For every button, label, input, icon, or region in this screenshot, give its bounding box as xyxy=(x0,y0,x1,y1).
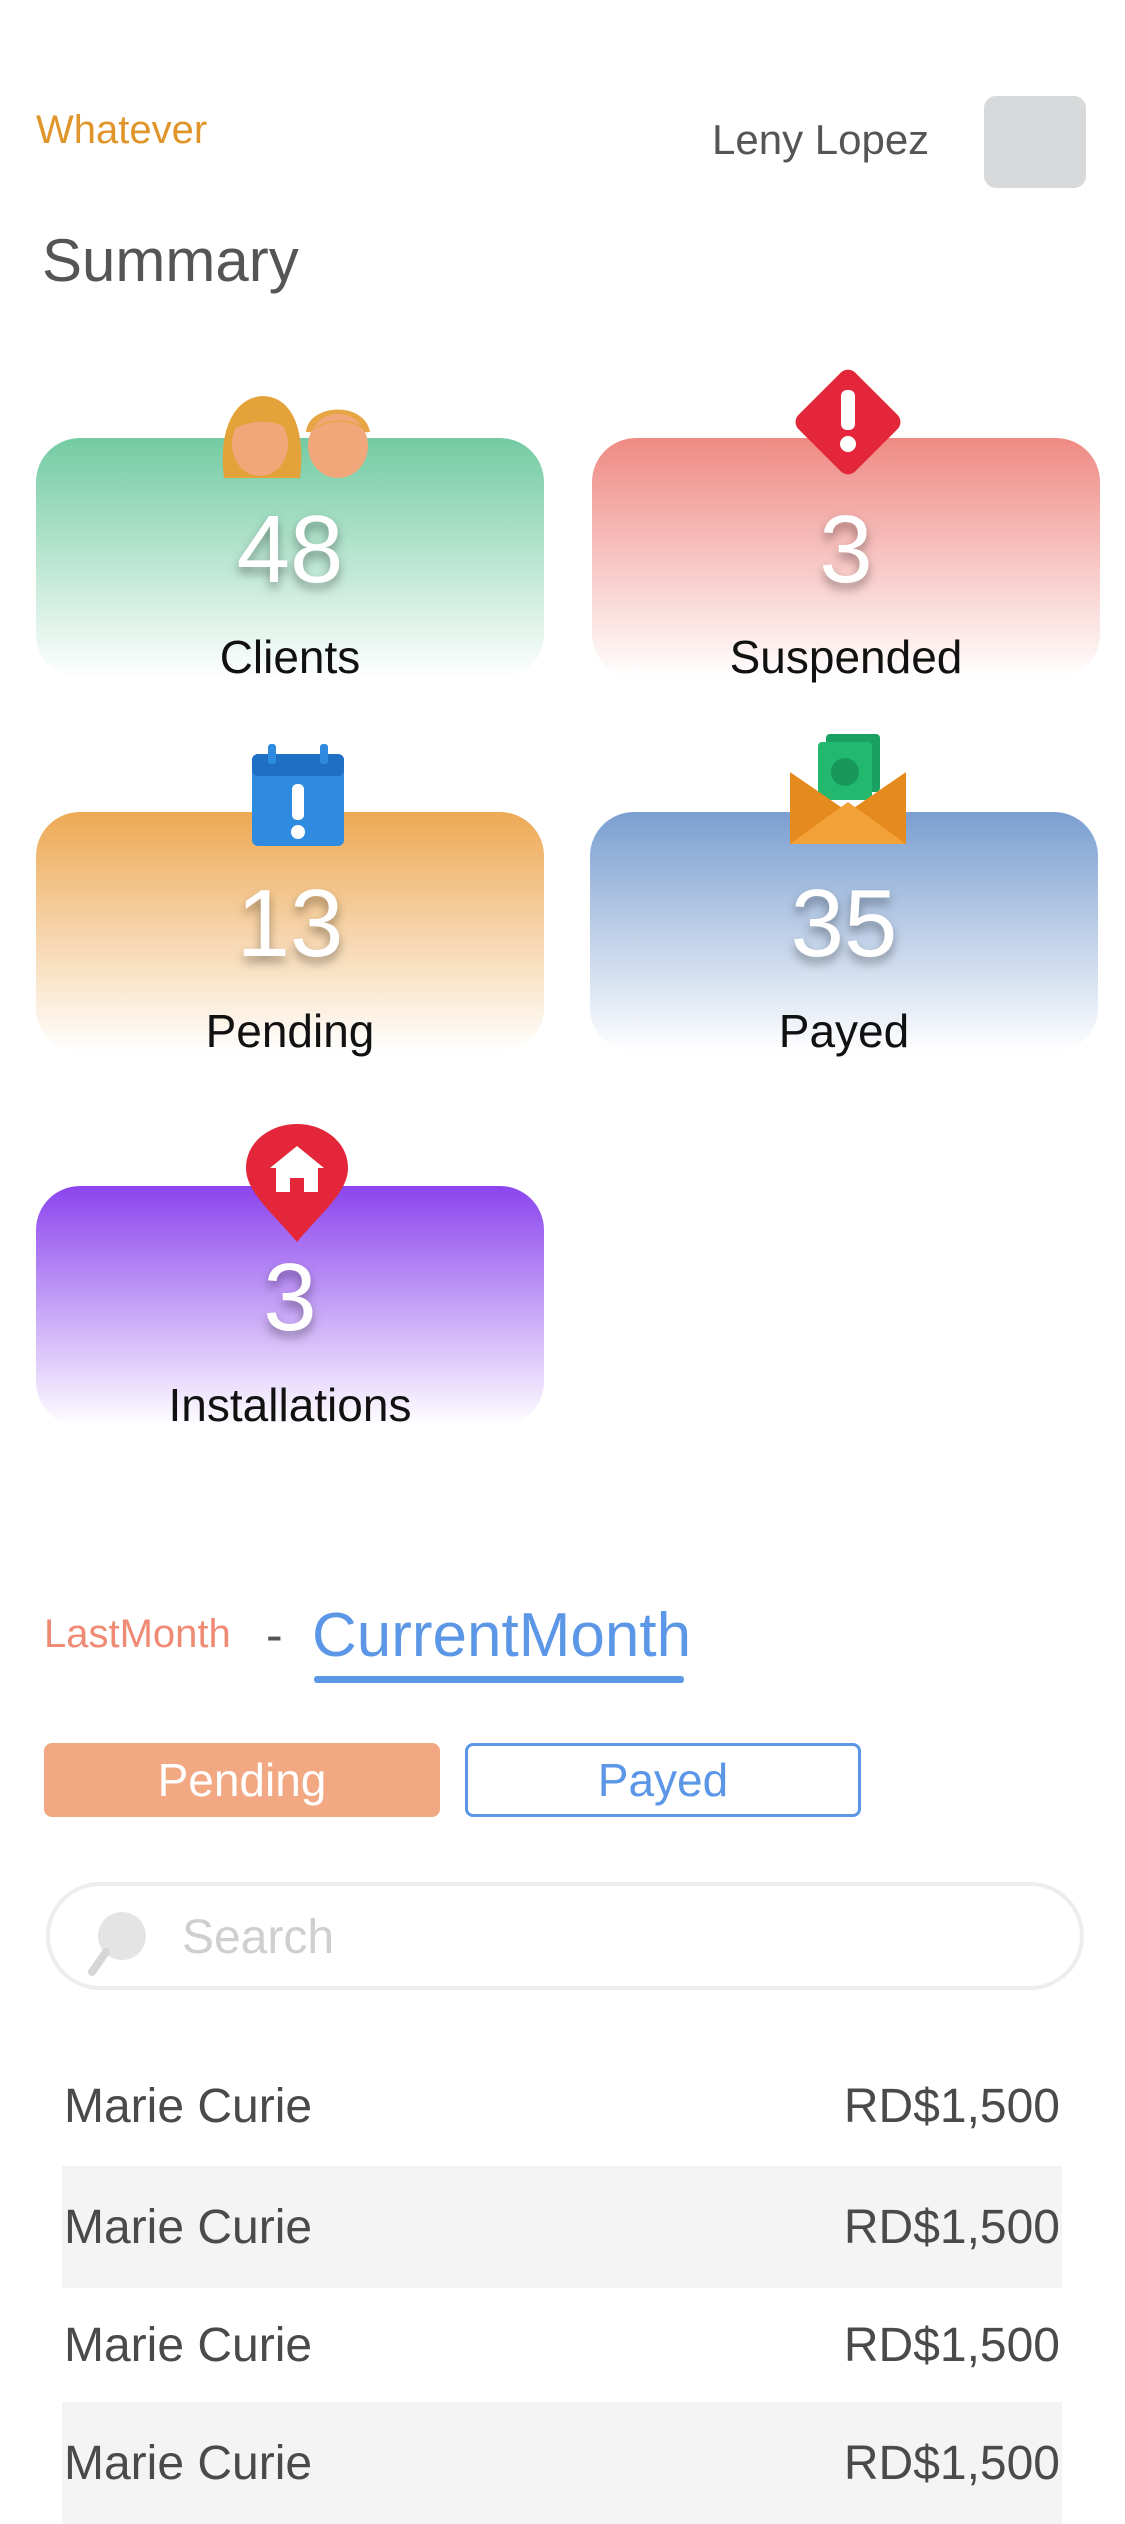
list-item[interactable]: Marie Curie RD$1,500 xyxy=(62,2046,1062,2166)
calendar-alert-icon xyxy=(252,744,344,846)
client-name: Marie Curie xyxy=(64,2318,313,2372)
tab-current-month[interactable]: CurrentMonth xyxy=(312,1600,691,1671)
list-item[interactable]: Marie Curie RD$1,500 xyxy=(62,2402,1062,2524)
active-tab-underline xyxy=(314,1676,684,1683)
list-item[interactable]: Marie Curie RD$1,500 xyxy=(62,2288,1062,2402)
search-icon xyxy=(88,1912,146,1976)
client-amount: RD$1,500 xyxy=(843,2318,1060,2372)
app-title: Whatever xyxy=(36,108,208,152)
clients-label: Clients xyxy=(219,631,361,683)
payed-count: 35 xyxy=(790,870,898,977)
money-envelope-icon xyxy=(790,734,906,844)
client-list: Marie Curie RD$1,500 Marie Curie RD$1,50… xyxy=(62,2046,1062,2524)
installations-card[interactable]: 3 Installations xyxy=(36,1124,544,1431)
two-people-icon xyxy=(222,396,370,478)
payed-label: Payed xyxy=(778,1005,910,1057)
clients-count: 48 xyxy=(236,496,344,603)
client-name: Marie Curie xyxy=(64,2079,313,2133)
user-name: Leny Lopez xyxy=(712,116,930,163)
search-bar[interactable] xyxy=(46,1882,1084,1990)
avatar[interactable] xyxy=(984,96,1086,188)
pending-label: Pending xyxy=(205,1005,375,1057)
client-amount: RD$1,500 xyxy=(843,2200,1060,2254)
installations-count: 3 xyxy=(263,1244,317,1351)
client-name: Marie Curie xyxy=(64,2200,313,2254)
tab-separator: - xyxy=(266,1607,283,1663)
installations-label: Installations xyxy=(168,1379,412,1431)
pending-card[interactable]: 13 Pending xyxy=(36,744,544,1057)
page-title: Summary xyxy=(42,227,299,294)
payed-card[interactable]: 35 Payed xyxy=(590,734,1098,1057)
client-name: Marie Curie xyxy=(64,2436,313,2490)
client-amount: RD$1,500 xyxy=(843,2436,1060,2490)
warning-diamond-icon xyxy=(795,369,901,475)
home-pin-icon xyxy=(246,1124,348,1242)
tab-last-month[interactable]: LastMonth xyxy=(44,1612,231,1657)
pending-count: 13 xyxy=(236,870,344,977)
suspended-count: 3 xyxy=(819,496,873,603)
pending-filter-button[interactable]: Pending xyxy=(44,1743,440,1817)
search-input[interactable] xyxy=(180,1906,1044,1968)
clients-card[interactable]: 48 Clients xyxy=(36,396,544,683)
client-amount: RD$1,500 xyxy=(843,2079,1060,2133)
suspended-card[interactable]: 3 Suspended xyxy=(592,369,1100,683)
payed-filter-button[interactable]: Payed xyxy=(465,1743,861,1817)
suspended-label: Suspended xyxy=(729,631,963,683)
list-item[interactable]: Marie Curie RD$1,500 xyxy=(62,2166,1062,2288)
